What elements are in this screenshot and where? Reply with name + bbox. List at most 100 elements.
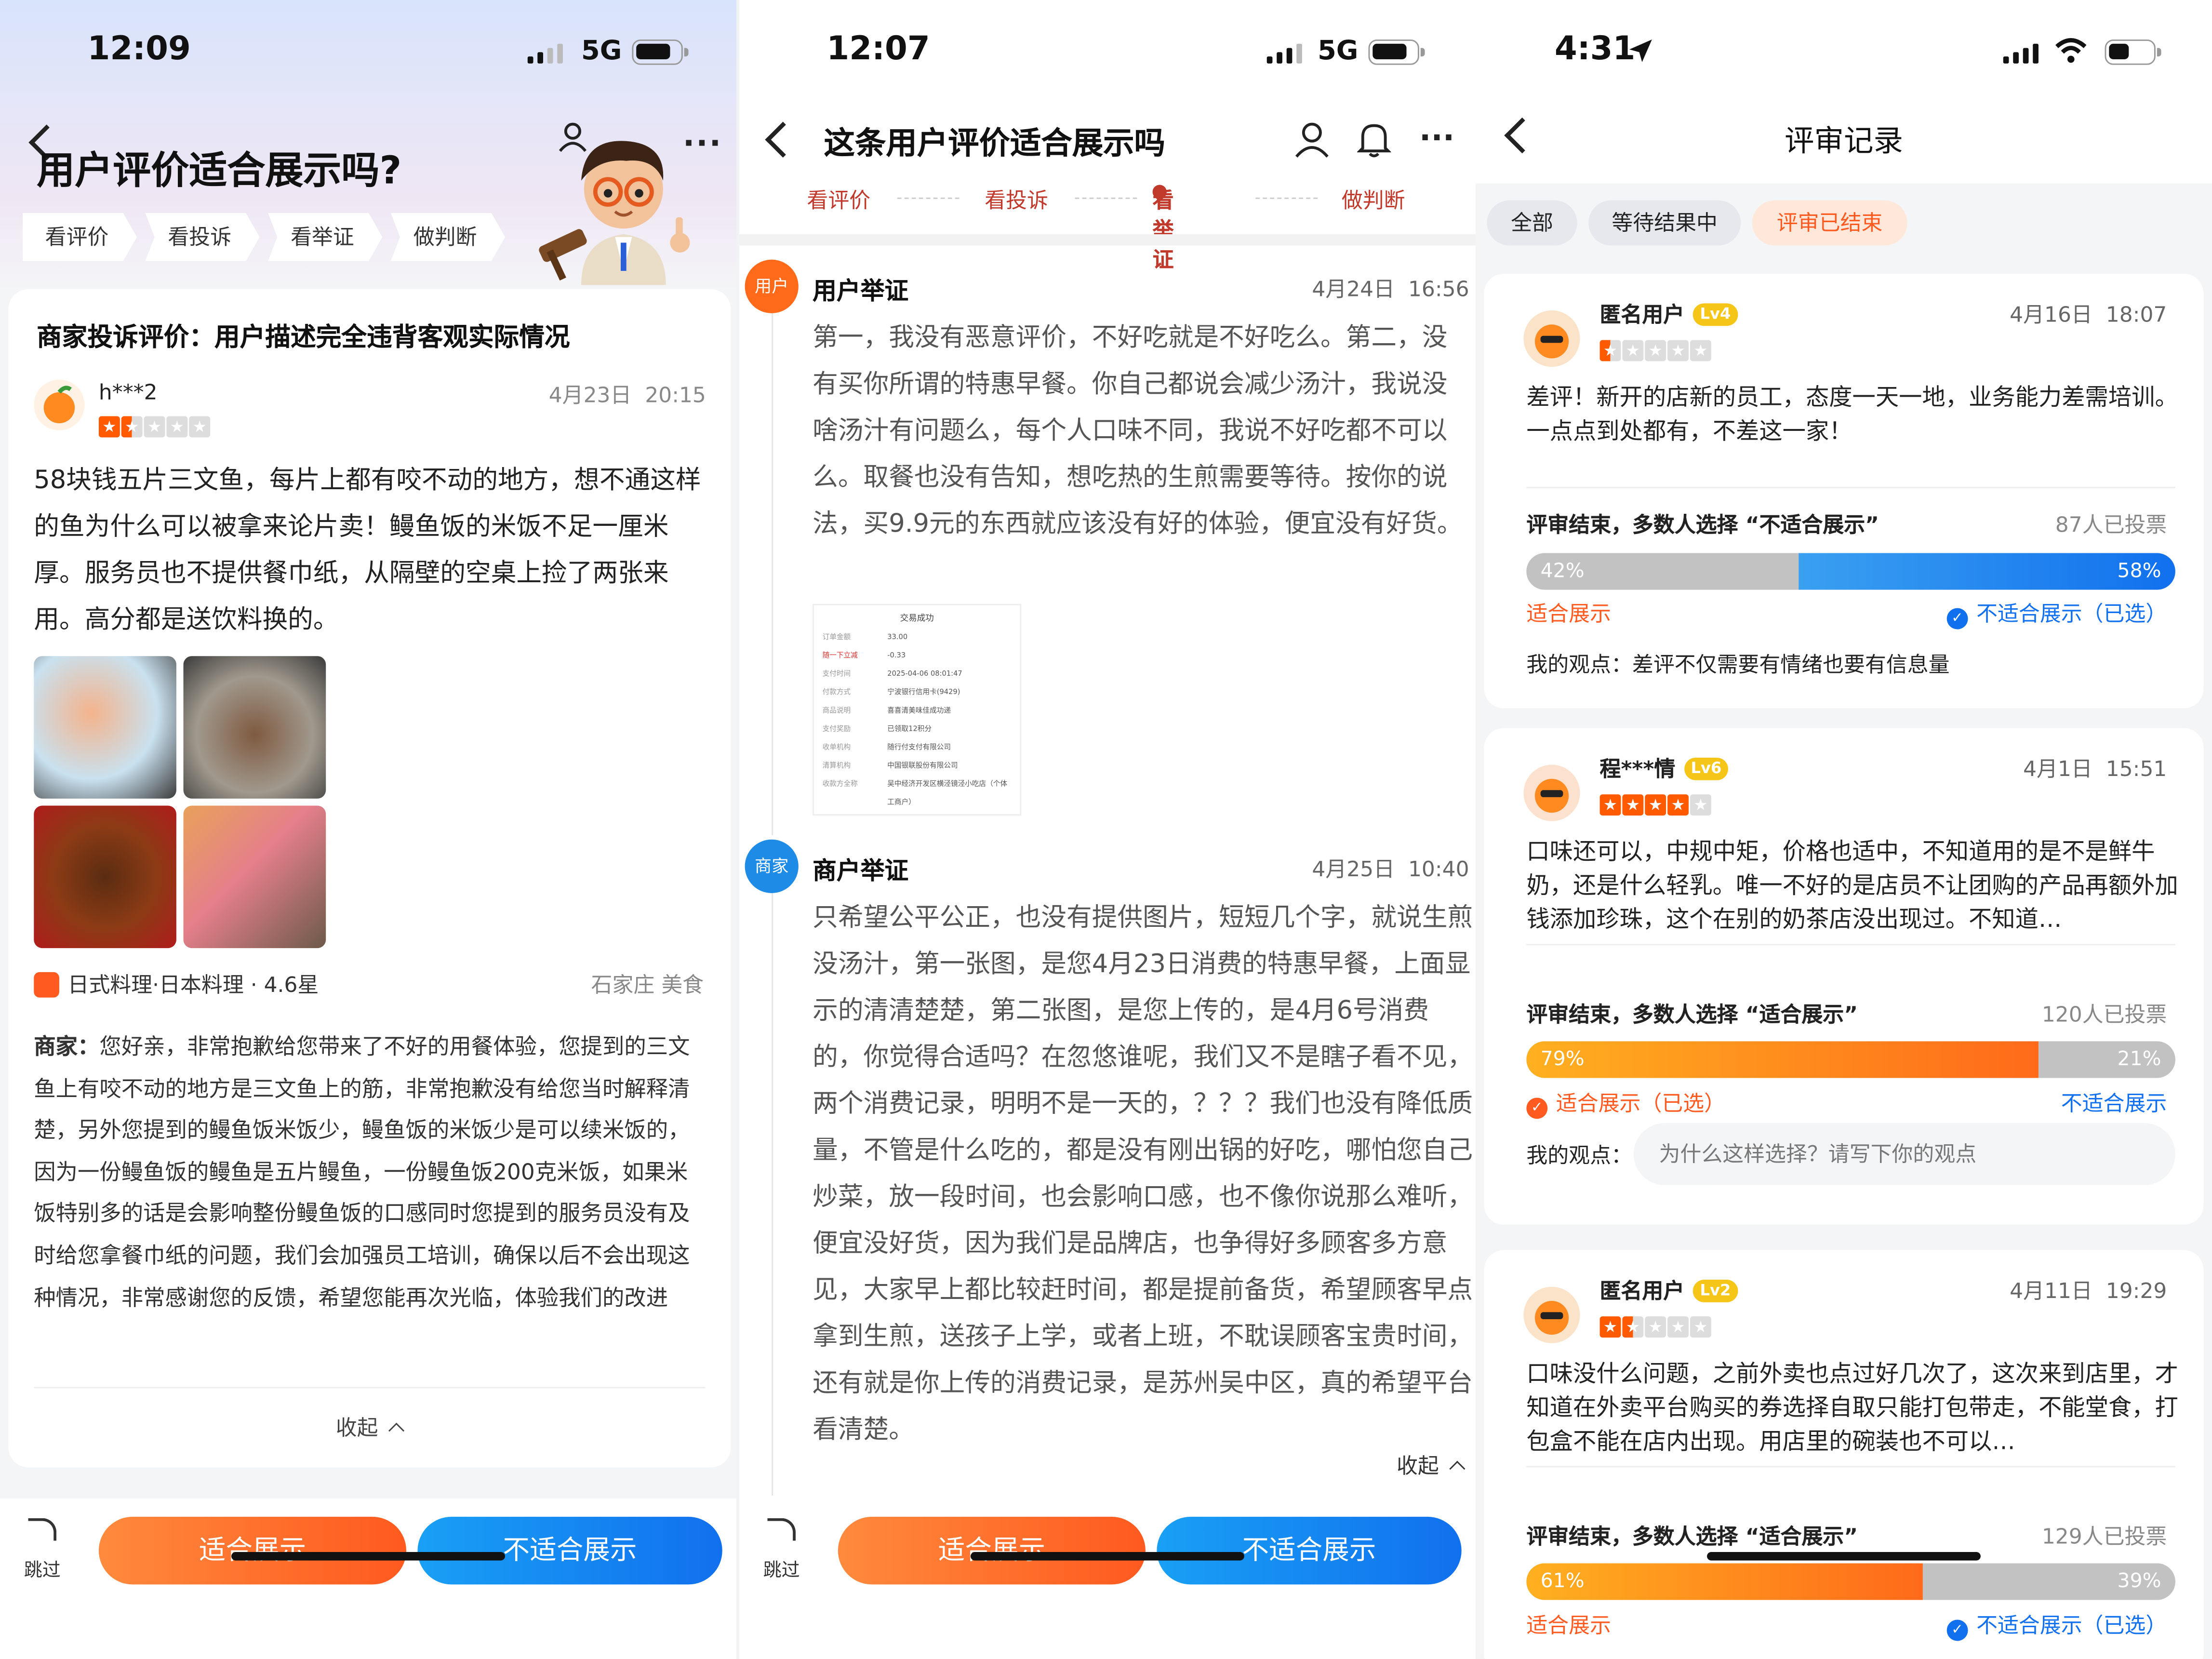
review-record-card[interactable]: 匿名用户 Lv4 4月16日 18:07 差评！新开的店新的员工，态度一天一地，业务能… <box>1484 273 2204 709</box>
network-label: 5G <box>1318 35 1359 67</box>
more-options-icon[interactable]: ··· <box>683 127 722 162</box>
step-view-complaint[interactable]: 看投诉 <box>145 213 260 261</box>
review-date: 4月16日 18:07 <box>2010 302 2167 328</box>
level-badge: Lv6 <box>1683 757 1729 780</box>
status-time: 12:09 <box>87 31 191 68</box>
bottom-action-bar: 跳过 适合展示 不适合展示 <box>0 1498 737 1659</box>
level-badge: Lv4 <box>1692 303 1738 326</box>
skip-button[interactable]: 跳过 <box>759 1518 804 1582</box>
review-photo[interactable] <box>34 805 176 949</box>
bell-icon[interactable] <box>1356 121 1392 164</box>
reviewer-name: 程***情 Lv6 <box>1600 753 1729 783</box>
signal-icon <box>1266 41 1306 64</box>
filter-pending[interactable]: 等待结果中 <box>1588 200 1741 246</box>
reviewer-avatar <box>34 379 85 430</box>
review-rating <box>1599 340 1711 361</box>
user-badge: 用户 <box>745 259 799 313</box>
receipt-value <box>887 813 1012 814</box>
page-title: 用户评价适合展示吗? <box>37 149 402 194</box>
divider <box>1075 197 1137 199</box>
opinion-input[interactable]: 为什么这样选择？请写下你的观点 <box>1633 1123 2175 1185</box>
home-indicator <box>231 1552 505 1561</box>
review-photo[interactable] <box>183 656 326 799</box>
review-text: 58块钱五片三文鱼，每片上都有咬不动的地方，想不通这样的鱼为什么可以被拿来论片卖… <box>34 466 701 635</box>
receipt-key: 支付时间 <box>822 670 851 679</box>
suitable-option: 适合展示 <box>1526 601 1612 627</box>
review-photo[interactable] <box>183 805 326 949</box>
suitable-button[interactable]: 适合展示 <box>98 1516 407 1585</box>
signal-icon <box>2003 41 2043 64</box>
more-options-icon[interactable]: ··· <box>1419 121 1454 157</box>
vote-bar-suitable: 79% <box>1526 1041 2039 1078</box>
user-avatar <box>1523 310 1580 367</box>
receipt-key: 支付奖励 <box>822 725 851 734</box>
back-icon[interactable] <box>765 121 801 158</box>
review-text: 口味没什么问题，之前外卖也点过好几次了，这次来到店里，才知道在外卖平台购买的券选… <box>1526 1360 2178 1455</box>
tab-view-review[interactable]: 看评价 <box>807 185 870 214</box>
divider <box>1255 197 1318 199</box>
suitable-option: ✓ 适合展示（已选） <box>1526 1088 1725 1119</box>
collapse-button[interactable]: 收起 <box>1397 1450 1465 1480</box>
reviewer-name: 匿名用户 Lv4 <box>1600 299 1738 329</box>
receipt-row: 清算机构 中国银联股份有限公司 <box>823 758 1012 776</box>
review-text: 口味还可以，中规中矩，价格也适中，不知道用的是不是鲜牛奶，还是什么轻乳。唯一不好… <box>1526 838 2178 933</box>
merchant-label: 商家： <box>34 1034 100 1060</box>
unsuitable-button[interactable]: 不适合展示 <box>417 1516 722 1585</box>
user-avatar <box>1523 1286 1580 1343</box>
user-evidence-heading: 用户举证 <box>813 278 909 307</box>
review-photo[interactable] <box>34 656 176 799</box>
receipt-row: 商品说明 喜喜清美味佳成功递 <box>823 703 1012 721</box>
receipt-row: 服务费用 <box>823 813 1012 814</box>
merchant-badge: 商家 <box>745 839 799 893</box>
receipt-value: 中国银联股份有限公司 <box>887 762 958 771</box>
tab-judge[interactable]: 做判断 <box>1342 185 1405 214</box>
review-record-card[interactable]: 匿名用户 Lv2 4月11日 19:29 口味没什么问题，之前外卖也点过好几次了，这次… <box>1484 1250 2204 1659</box>
review-date: 4月1日 15:51 <box>2023 756 2167 782</box>
tab-view-complaint[interactable]: 看投诉 <box>985 185 1048 214</box>
skip-button[interactable]: 跳过 <box>20 1518 65 1582</box>
user-avatar <box>1523 764 1580 821</box>
receipt-row: 收款方全称 吴中经济开发区横泾镜泾小吃店（个体工商户） <box>823 776 1012 813</box>
receipt-value: 吴中经济开发区横泾镜泾小吃店（个体工商户） <box>887 780 1008 807</box>
review-rating <box>1599 794 1711 816</box>
check-icon: ✓ <box>1526 1097 1548 1119</box>
review-result: 评审结束，多数人选择 “不适合展示” <box>1526 512 1879 538</box>
collapse-button[interactable]: 收起 <box>336 1412 404 1442</box>
step-view-review[interactable]: 看评价 <box>22 213 137 261</box>
review-card: 商家投诉评价：用户描述完全违背客观实际情况 h***2 4月23日 20:15 … <box>8 289 731 1468</box>
vote-count: 120人已投票 <box>2041 1002 2167 1028</box>
receipt-row: 订单金额 33.00 <box>823 629 1012 648</box>
payment-receipt-image[interactable]: 交易成功 订单金额 33.00 随一下立减 -0.33 支付时间 2025-04-06 0… <box>813 603 1022 816</box>
status-bar: 4:31 <box>1476 31 2212 73</box>
unsuitable-option: ✓ 不适合展示（已选） <box>1946 598 2167 629</box>
filter-all[interactable]: 全部 <box>1487 200 1577 246</box>
level-badge: Lv2 <box>1692 1280 1738 1302</box>
battery-icon <box>2105 39 2161 65</box>
phone-evidence-screen: 12:07 5G 这条用户评价适合展示吗 ··· 看评价 看投诉 看举证 做判断… <box>739 0 1476 1659</box>
status-time: 4:31 <box>1554 31 1636 68</box>
chevron-up-icon <box>388 1422 404 1439</box>
receipt-value: 宁波银行信用卡(9429) <box>887 688 960 697</box>
step-view-evidence[interactable]: 看举证 <box>268 213 383 261</box>
receipt-value: 33.00 <box>887 633 908 642</box>
unsuitable-button[interactable]: 不适合展示 <box>1157 1516 1462 1585</box>
filter-finished[interactable]: 评审已结束 <box>1752 200 1907 246</box>
user-profile-icon[interactable] <box>559 121 587 152</box>
step-judge[interactable]: 做判断 <box>390 213 506 261</box>
timeline-line <box>772 892 773 1496</box>
receipt-key: 商品说明 <box>822 707 851 716</box>
suitable-button[interactable]: 适合展示 <box>838 1516 1146 1585</box>
user-profile-icon[interactable] <box>1295 121 1329 164</box>
user-evidence-date: 4月24日 16:56 <box>1312 276 1469 302</box>
review-date: 4月11日 19:29 <box>2010 1278 2167 1304</box>
vote-bar: 79% 21% <box>1526 1041 2175 1078</box>
review-record-card[interactable]: 程***情 Lv6 4月1日 15:51 口味还可以，中规中矩，价格也适中，不知道用的… <box>1484 728 2204 1225</box>
unsuitable-option: 不适合展示 <box>2061 1090 2167 1116</box>
location-arrow-icon <box>1628 38 1653 69</box>
shop-category[interactable]: 日式料理·日本料理 · 4.6星 <box>68 969 319 999</box>
receipt-key: 随一下立减 <box>822 652 858 660</box>
screenshot-canvas: 12:09 5G 用户评价适合展示吗? 看评价 看投诉 看举证 做判断 ··· … <box>0 0 2212 1659</box>
divider <box>897 197 959 199</box>
receipt-key: 订单金额 <box>822 633 851 642</box>
chevron-up-icon <box>1449 1460 1465 1477</box>
